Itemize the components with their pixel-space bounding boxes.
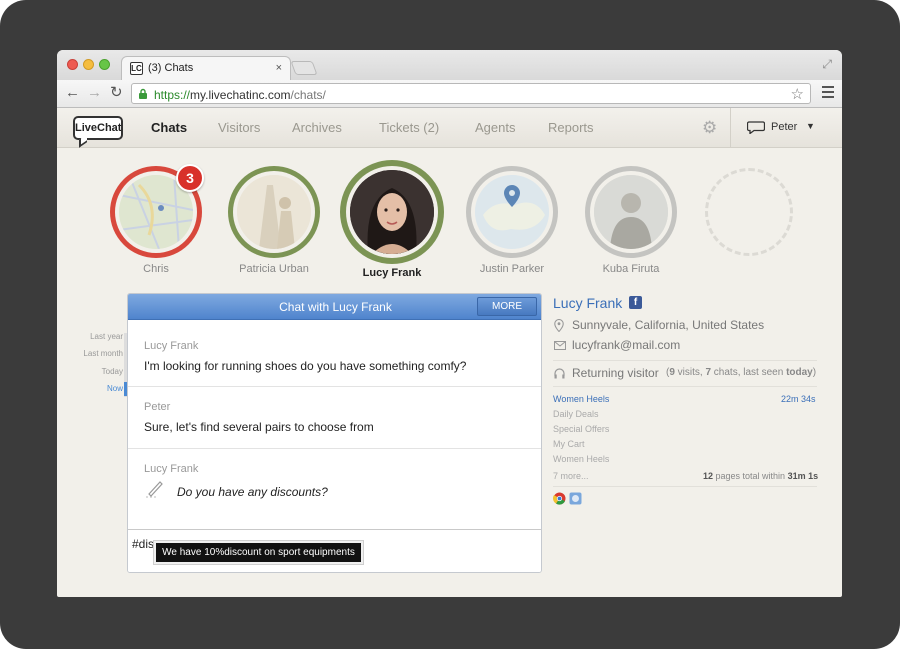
visitor-name: Lucy Frank — [362, 267, 422, 279]
page-visited[interactable]: Daily Deals — [553, 409, 599, 419]
envelope-icon — [554, 341, 566, 350]
person-photo-icon — [594, 175, 668, 249]
location-pin-icon — [554, 319, 564, 332]
page-visited[interactable]: Women Heels — [553, 454, 609, 464]
person-photo-icon — [237, 175, 311, 249]
gear-icon[interactable]: ⚙ — [702, 118, 717, 138]
minimize-window-button[interactable] — [83, 59, 94, 70]
browser-toolbar: ← → ↻ https://my.livechatinc.com/chats/ … — [57, 80, 842, 108]
dropdown-caret-icon: ▼ — [806, 121, 815, 131]
nav-chats[interactable]: Chats — [151, 120, 187, 135]
empty-visitor-slot — [705, 168, 793, 256]
tab-bar: LC (3) Chats × ⤢ — [57, 50, 842, 80]
more-button[interactable]: MORE — [477, 297, 537, 316]
suggestion-text: We have 10%discount on sport equipments — [156, 543, 361, 562]
pages-total-count: 12 — [703, 471, 714, 481]
headphones-icon — [554, 368, 565, 379]
message-author: Peter — [144, 401, 171, 413]
chat-panel: Chat with Lucy Frank MORE Lucy Frank I'm… — [127, 293, 542, 573]
nav-agents[interactable]: Agents — [475, 120, 515, 135]
tab-close-icon[interactable]: × — [276, 62, 282, 74]
app-header: LiveChat Chats Visitors Archives Tickets… — [57, 108, 842, 148]
pencil-icon — [146, 481, 163, 498]
browser-window: LC (3) Chats × ⤢ ← → ↻ https://my.livech… — [57, 50, 842, 597]
chat-header: Chat with Lucy Frank MORE — [128, 294, 541, 320]
message-input[interactable]: #dis We have 10%discount on sport equipm… — [128, 529, 541, 572]
message-text: I'm looking for running shoes do you hav… — [144, 359, 467, 373]
address-bar[interactable]: https://my.livechatinc.com/chats/ ☆ — [131, 83, 811, 104]
new-tab-button[interactable] — [290, 61, 318, 75]
page-visited-current[interactable]: Women Heels — [553, 394, 609, 404]
timeline-today[interactable]: Today — [102, 367, 129, 376]
browser-menu-icon[interactable] — [822, 86, 834, 101]
visits-word: visits, — [674, 367, 706, 378]
nav-reports[interactable]: Reports — [548, 120, 594, 135]
page-visited[interactable]: My Cart — [553, 439, 585, 449]
photo-avatar — [594, 175, 668, 249]
back-arrow-icon[interactable]: ← — [65, 85, 80, 101]
message-author: Lucy Frank — [144, 340, 199, 352]
time-on-page: 22m 34s — [781, 394, 816, 404]
url-text: https://my.livechatinc.com/chats/ — [154, 88, 326, 102]
message-text: Do you have any discounts? — [177, 485, 328, 499]
more-pages-link[interactable]: 7 more... — [553, 471, 589, 481]
livechat-favicon-icon: LC — [130, 62, 143, 75]
visitor-name: Kuba Firuta — [602, 263, 660, 275]
browser-tab[interactable]: LC (3) Chats × — [121, 56, 291, 80]
message-text: Sure, let's find several pairs to choose… — [144, 420, 374, 434]
chat-message: Peter Sure, let's find several pairs to … — [128, 387, 541, 449]
pages-total-time: 31m 1s — [787, 471, 819, 481]
map-pin-icon — [475, 175, 549, 249]
forward-arrow-icon[interactable]: → — [87, 85, 102, 101]
divider — [553, 386, 817, 387]
page-visited[interactable]: Special Offers — [553, 424, 609, 434]
device-frame: LC (3) Chats × ⤢ ← → ↻ https://my.livech… — [0, 0, 900, 649]
close-window-button[interactable] — [67, 59, 78, 70]
chat-message: Lucy Frank I'm looking for running shoes… — [128, 326, 541, 387]
returning-label: Returning visitor — [572, 366, 659, 380]
location-text: Sunnyvale, California, United States — [572, 318, 765, 332]
user-menu[interactable]: Peter ▼ — [730, 108, 842, 148]
visitor-info-name[interactable]: Lucy Frank — [553, 295, 622, 311]
tab-title: (3) Chats — [148, 62, 194, 74]
photo-avatar — [237, 175, 311, 249]
email-text[interactable]: lucyfrank@mail.com — [572, 338, 680, 352]
message-author: Lucy Frank — [144, 463, 199, 475]
facebook-icon[interactable]: f — [629, 296, 642, 309]
bookmark-star-icon[interactable]: ☆ — [791, 85, 804, 103]
returning-details: (9 visits, 7 chats, last seen today) — [666, 367, 816, 378]
canned-response-suggestion[interactable]: We have 10%discount on sport equipments — [153, 540, 364, 565]
returning-close-paren: ) — [812, 367, 817, 378]
livechat-logo[interactable]: LiveChat — [73, 116, 123, 140]
chats-rest: chats, last seen — [711, 367, 787, 378]
mac-os-icon — [569, 492, 582, 505]
message-input-value: #dis — [132, 537, 155, 551]
chat-message-typing: Lucy Frank Do you have any discounts? — [128, 449, 541, 529]
photo-avatar — [350, 170, 434, 254]
fullscreen-icon[interactable]: ⤢ — [822, 57, 832, 72]
pages-total: 12 pages total within 31m 1s — [703, 471, 818, 481]
nav-visitors[interactable]: Visitors — [218, 120, 260, 135]
pages-total-mid: pages total within — [713, 471, 788, 481]
last-seen: today — [786, 367, 813, 378]
url-host: my.livechatinc.com — [190, 88, 291, 102]
user-name: Peter — [771, 121, 798, 133]
chrome-browser-icon — [553, 492, 566, 505]
reload-icon[interactable]: ↻ — [110, 85, 123, 101]
url-path: /chats/ — [290, 88, 326, 102]
timeline-last-year[interactable]: Last year — [90, 332, 129, 341]
map-avatar — [475, 175, 549, 249]
nav-archives[interactable]: Archives — [292, 120, 342, 135]
unread-badge: 3 — [176, 164, 204, 192]
url-scheme: https:// — [154, 88, 191, 102]
divider — [553, 360, 817, 361]
timeline-last-month[interactable]: Last month — [83, 349, 129, 358]
divider — [553, 486, 817, 487]
lock-icon — [139, 88, 147, 99]
zoom-window-button[interactable] — [99, 59, 110, 70]
person-photo-icon — [350, 170, 434, 254]
nav-tickets[interactable]: Tickets (2) — [379, 120, 439, 135]
timeline-now[interactable]: Now — [107, 384, 129, 393]
chat-bubble-icon — [747, 121, 765, 134]
